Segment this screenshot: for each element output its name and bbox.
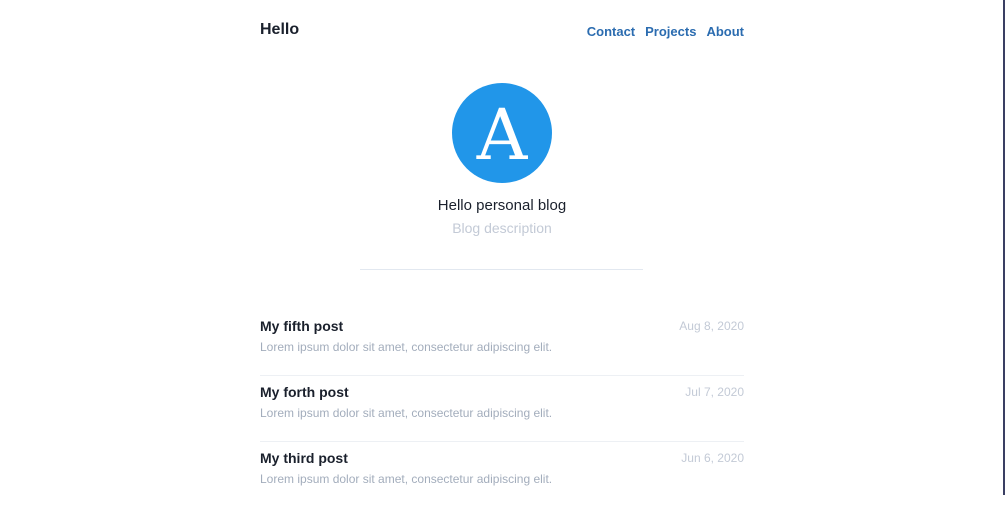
post-date: Aug 8, 2020: [679, 319, 744, 333]
avatar-letter: A: [476, 94, 528, 176]
post-excerpt: Lorem ipsum dolor sit amet, consectetur …: [260, 340, 553, 354]
blog-title: Hello personal blog: [437, 197, 567, 214]
avatar: A: [452, 83, 552, 183]
post-excerpt: Lorem ipsum dolor sit amet, consectetur …: [260, 472, 553, 486]
section-divider: [360, 269, 643, 270]
post-date: Jun 6, 2020: [681, 451, 744, 465]
blog-description: Blog description: [452, 220, 552, 236]
brand-link[interactable]: Hello: [260, 21, 299, 39]
post-item[interactable]: My third post Lorem ipsum dolor sit amet…: [260, 442, 744, 507]
post-item[interactable]: My forth post Lorem ipsum dolor sit amet…: [260, 376, 744, 442]
main-nav: Contact Projects About: [587, 24, 744, 39]
post-title[interactable]: My fifth post: [260, 318, 343, 334]
nav-contact-link[interactable]: Contact: [587, 24, 635, 39]
site-header: Hello Contact Projects About: [260, 0, 744, 60]
profile-hero: A Hello personal blog Blog description: [260, 83, 744, 236]
nav-projects-link[interactable]: Projects: [645, 24, 696, 39]
post-title[interactable]: My third post: [260, 450, 348, 466]
post-date: Jul 7, 2020: [685, 385, 744, 399]
post-excerpt: Lorem ipsum dolor sit amet, consectetur …: [260, 406, 553, 420]
post-title[interactable]: My forth post: [260, 384, 349, 400]
post-item[interactable]: My fifth post Lorem ipsum dolor sit amet…: [260, 310, 744, 376]
nav-about-link[interactable]: About: [706, 24, 744, 39]
page-container: Hello Contact Projects About A Hello per…: [260, 0, 744, 486]
post-list: My fifth post Lorem ipsum dolor sit amet…: [260, 310, 744, 507]
